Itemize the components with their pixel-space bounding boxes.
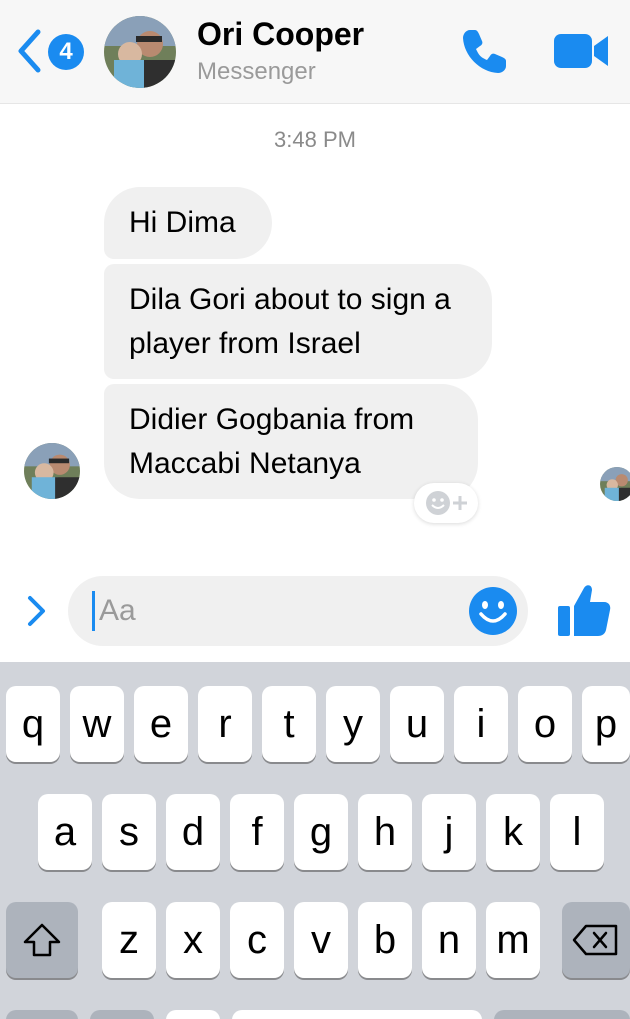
key-t[interactable]: t	[262, 686, 316, 762]
key-h[interactable]: h	[358, 794, 412, 870]
message-timestamp: 3:48 PM	[274, 127, 356, 152]
key-n[interactable]: n	[422, 902, 476, 978]
space-key[interactable]	[232, 1010, 482, 1019]
key-f[interactable]: f	[230, 794, 284, 870]
key-m[interactable]: m	[486, 902, 540, 978]
message-bubble[interactable]: Hi Dima	[104, 187, 272, 259]
phone-icon	[463, 30, 506, 73]
video-call-button[interactable]	[552, 30, 610, 72]
key-v[interactable]: v	[294, 902, 348, 978]
text-caret	[92, 591, 95, 631]
message-text: Dila Gori about to sign a player from Is…	[129, 283, 451, 360]
key-q[interactable]: q	[6, 686, 60, 762]
smiley-icon	[469, 587, 517, 635]
key-g[interactable]: g	[294, 794, 348, 870]
key-c[interactable]: c	[230, 902, 284, 978]
dictation-key[interactable]	[166, 1010, 220, 1019]
unread-badge: 4	[48, 34, 84, 70]
message-input[interactable]: Aa	[68, 576, 528, 646]
key-k[interactable]: k	[486, 794, 540, 870]
call-button[interactable]	[458, 26, 510, 78]
key-d[interactable]: d	[166, 794, 220, 870]
key-w[interactable]: w	[70, 686, 124, 762]
backspace-icon	[572, 924, 618, 956]
avatar[interactable]	[104, 16, 176, 88]
shift-key[interactable]	[6, 902, 78, 978]
video-camera-icon	[554, 34, 608, 68]
key-x[interactable]: x	[166, 902, 220, 978]
message-text: Hi Dima	[129, 206, 236, 239]
avatar-photo	[600, 467, 630, 501]
message-input-placeholder: Aa	[99, 594, 136, 627]
sender-avatar[interactable]	[24, 443, 80, 499]
key-o[interactable]: o	[518, 686, 572, 762]
key-j[interactable]: j	[422, 794, 476, 870]
message-bubble[interactable]: Dila Gori about to sign a player from Is…	[104, 264, 492, 379]
key-e[interactable]: e	[134, 686, 188, 762]
numbers-key[interactable]	[6, 1010, 78, 1019]
key-a[interactable]: a	[38, 794, 92, 870]
add-reaction-icon	[426, 491, 467, 515]
key-z[interactable]: z	[102, 902, 156, 978]
key-u[interactable]: u	[390, 686, 444, 762]
shift-icon	[23, 923, 61, 957]
like-button[interactable]	[556, 580, 612, 640]
key-b[interactable]: b	[358, 902, 412, 978]
chat-header: 4 Ori Cooper Messenger	[0, 0, 630, 104]
key-y[interactable]: y	[326, 686, 380, 762]
return-key[interactable]	[494, 1010, 630, 1019]
key-p[interactable]: p	[582, 686, 630, 762]
avatar-photo	[24, 443, 80, 499]
key-r[interactable]: r	[198, 686, 252, 762]
key-s[interactable]: s	[102, 794, 156, 870]
message-bubble[interactable]: Didier Gogbania from Maccabi Netanya	[104, 384, 478, 499]
add-reaction-button[interactable]	[414, 483, 478, 523]
key-l[interactable]: l	[550, 794, 604, 870]
emoji-button[interactable]	[468, 586, 518, 636]
message-text: Didier Gogbania from Maccabi Netanya	[129, 403, 415, 480]
contact-subtitle: Messenger	[197, 58, 316, 85]
keyboard: q w e r t y u i o p a s d f g h j k l z …	[0, 662, 630, 1019]
expand-actions-button[interactable]	[24, 594, 50, 628]
chevron-left-icon	[18, 29, 41, 73]
chevron-right-icon	[28, 596, 45, 626]
delete-key[interactable]	[562, 902, 630, 978]
thumbs-up-icon	[558, 585, 611, 636]
read-receipt-avatar	[600, 467, 630, 501]
emoji-key[interactable]	[90, 1010, 154, 1019]
messenger-chat-screen: 4 Ori Cooper Messenger 3:48 PM Hi Dima D…	[0, 0, 630, 1019]
avatar-photo	[104, 16, 176, 88]
contact-name[interactable]: Ori Cooper	[197, 16, 364, 53]
key-i[interactable]: i	[454, 686, 508, 762]
